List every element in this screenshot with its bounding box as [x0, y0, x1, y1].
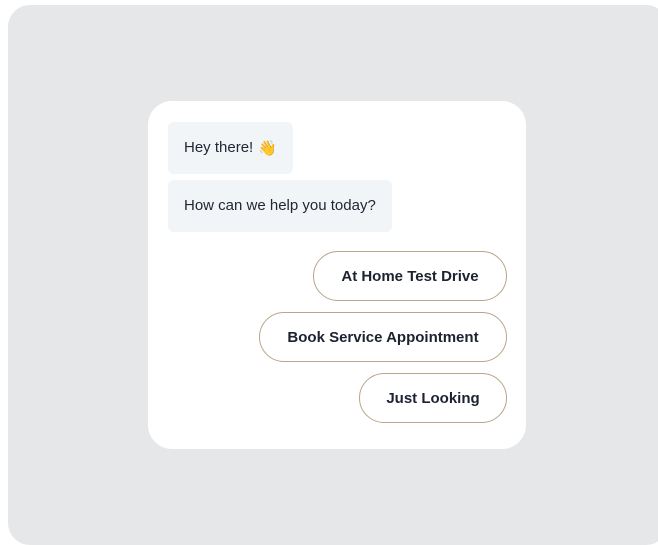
just-looking-button[interactable]: Just Looking: [359, 373, 507, 423]
greeting-text: Hey there!: [184, 139, 254, 156]
help-text: How can we help you today?: [184, 197, 376, 214]
at-home-test-drive-button[interactable]: At Home Test Drive: [313, 251, 507, 301]
chat-widget: Hey there! 👋 How can we help you today? …: [148, 101, 526, 449]
book-service-appointment-button[interactable]: Book Service Appointment: [259, 312, 507, 362]
waving-hand-icon: 👋: [258, 139, 277, 157]
greeting-message: Hey there! 👋: [168, 122, 293, 174]
help-message: How can we help you today?: [168, 180, 392, 232]
